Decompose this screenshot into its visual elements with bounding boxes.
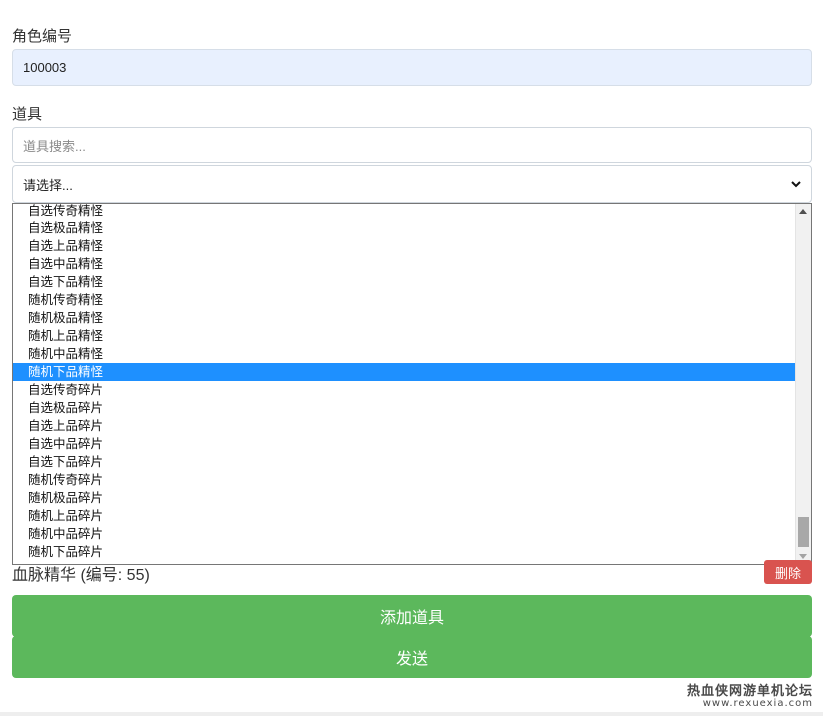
item-label: 道具 [12,106,43,123]
list-item[interactable]: 随机上品精怪 [13,327,795,345]
list-item[interactable]: 随机极品碎片 [13,489,795,507]
watermark: 热血侠网游单机论坛 www.rexuexia.com [687,680,813,709]
role-id-field: 100003 [12,49,812,86]
role-id-value: 100003 [23,60,67,75]
list-item[interactable]: 随机下品碎片 [13,543,795,561]
list-item[interactable]: 随机传奇碎片 [13,471,795,489]
watermark-title: 热血侠网游单机论坛 [686,684,813,699]
list-item[interactable]: 随机中品精怪 [13,345,795,363]
item-options-list: 自选传奇精怪 自选极品精怪 自选上品精怪 自选中品精怪 自选下品精怪 随机传奇精… [13,204,795,561]
scrollbar-thumb[interactable] [798,517,809,547]
item-search-input[interactable]: 道具搜索... [12,127,812,163]
list-item-highlighted[interactable]: 随机下品精怪 [13,363,795,381]
listbox-scrollbar[interactable] [795,204,811,564]
watermark-url: www.rexuexia.com [702,698,813,709]
added-item-row: 血脉精华 (编号: 55) 删除 [12,560,812,584]
list-item[interactable]: 随机传奇精怪 [13,291,795,309]
page-bottom-edge [0,712,823,716]
item-select-value: 请选择... [23,177,73,193]
send-button[interactable]: 发送 [12,636,812,678]
list-item[interactable]: 自选极品碎片 [13,399,795,417]
list-item[interactable]: 自选中品碎片 [13,435,795,453]
delete-item-button[interactable]: 删除 [764,560,812,584]
role-id-label: 角色编号 [12,28,73,45]
item-options-listbox[interactable]: 自选传奇精怪 自选极品精怪 自选上品精怪 自选中品精怪 自选下品精怪 随机传奇精… [12,203,812,565]
list-item[interactable]: 自选下品精怪 [13,273,795,291]
list-item[interactable]: 自选中品精怪 [13,255,795,273]
list-item[interactable]: 自选传奇精怪 [13,204,795,219]
list-item[interactable]: 自选上品精怪 [13,237,795,255]
item-select[interactable]: 请选择... [12,165,812,203]
list-item[interactable]: 自选传奇碎片 [13,381,795,399]
list-item[interactable]: 自选极品精怪 [13,219,795,237]
chevron-down-icon [791,181,801,188]
list-item[interactable]: 随机极品精怪 [13,309,795,327]
added-item-text: 血脉精华 (编号: 55) [12,567,150,584]
scroll-up-arrow-icon[interactable] [799,209,807,214]
scroll-down-arrow-icon[interactable] [799,554,807,559]
item-search-placeholder: 道具搜索... [23,138,86,154]
list-item[interactable]: 自选上品碎片 [13,417,795,435]
list-item[interactable]: 随机中品碎片 [13,525,795,543]
add-item-button[interactable]: 添加道具 [12,595,812,637]
list-item[interactable]: 随机上品碎片 [13,507,795,525]
list-item[interactable]: 自选下品碎片 [13,453,795,471]
